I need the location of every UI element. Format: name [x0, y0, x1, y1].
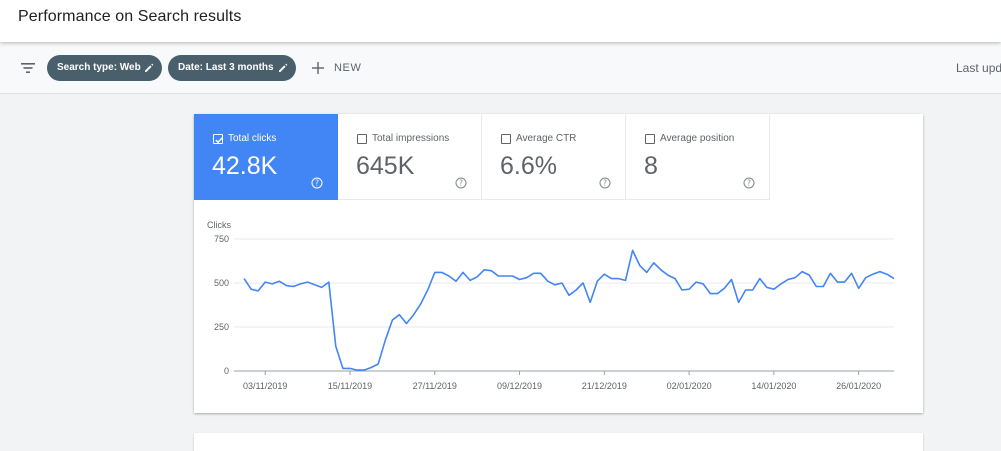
metric-average-position[interactable]: Average position 8 ?: [626, 114, 770, 200]
metric-value: 645K: [356, 152, 415, 180]
x-tick-label: 14/01/2020: [751, 381, 796, 391]
x-tick-label: 15/11/2019: [328, 381, 372, 391]
performance-card: Total clicks 42.8K ? Total impressions 6…: [194, 114, 923, 413]
svg-text:?: ?: [603, 179, 607, 188]
x-tick-label: 09/12/2019: [497, 381, 542, 391]
x-tick-label: 27/11/2019: [413, 381, 457, 391]
x-tick-label: 21/12/2019: [582, 381, 627, 391]
page-title: Performance on Search results: [18, 8, 242, 25]
x-tick-label: 03/11/2019: [243, 381, 287, 391]
search-type-chip-label: Search type: Web: [57, 62, 141, 73]
x-tick-label: 26/01/2020: [836, 381, 881, 391]
help-icon[interactable]: ?: [599, 177, 611, 189]
y-tick-label: 0: [224, 366, 229, 376]
clicks-series-line: [243, 249, 895, 371]
new-filter-label: NEW: [334, 62, 362, 74]
help-icon[interactable]: ?: [743, 177, 755, 189]
clicks-line-chart: Clicks 0 250 500 750 03/11/2019 15/11/2019 27/1…: [207, 220, 895, 391]
metric-value: 8: [644, 152, 658, 180]
help-icon[interactable]: ?: [455, 177, 467, 189]
metric-label: Average CTR: [516, 133, 577, 144]
checkbox-unchecked[interactable]: [357, 134, 367, 144]
y-tick-label: 750: [214, 234, 229, 244]
checkmark-icon: [215, 137, 223, 144]
edit-pencil-icon: [279, 63, 288, 72]
metric-total-clicks[interactable]: Total clicks 42.8K ?: [194, 114, 338, 200]
svg-text:?: ?: [459, 179, 463, 188]
top-bar: Performance on Search results: [0, 0, 1001, 42]
filter-icon[interactable]: [19, 61, 37, 75]
svg-text:?: ?: [315, 179, 319, 188]
svg-text:?: ?: [747, 179, 751, 188]
checkbox-unchecked[interactable]: [501, 134, 511, 144]
y-tick-label: 250: [214, 322, 229, 332]
metric-label: Average position: [660, 133, 735, 144]
date-range-chip-label: Date: Last 3 months: [178, 62, 274, 73]
metric-label: Total clicks: [228, 133, 277, 144]
metric-total-impressions[interactable]: Total impressions 645K ?: [338, 114, 482, 200]
metric-value: 42.8K: [212, 152, 278, 180]
date-range-chip[interactable]: Date: Last 3 months: [168, 55, 296, 81]
filter-bar: Search type: Web Date: Last 3 months NEW…: [0, 42, 1001, 94]
y-tick-label: 500: [214, 278, 229, 288]
y-axis-label: Clicks: [207, 220, 231, 230]
checkbox-checked[interactable]: [213, 134, 223, 144]
metric-average-ctr[interactable]: Average CTR 6.6% ?: [482, 114, 626, 200]
help-icon[interactable]: ?: [311, 177, 323, 189]
x-tick-label: 02/01/2020: [667, 381, 712, 391]
plus-icon: [312, 62, 324, 74]
search-type-chip[interactable]: Search type: Web: [47, 55, 162, 81]
metric-value: 6.6%: [500, 152, 557, 180]
checkbox-unchecked[interactable]: [645, 134, 655, 144]
last-updated-text: Last upd: [956, 61, 1001, 75]
queries-card: [194, 433, 923, 451]
edit-pencil-icon: [145, 63, 154, 72]
metric-label: Total impressions: [372, 133, 450, 144]
